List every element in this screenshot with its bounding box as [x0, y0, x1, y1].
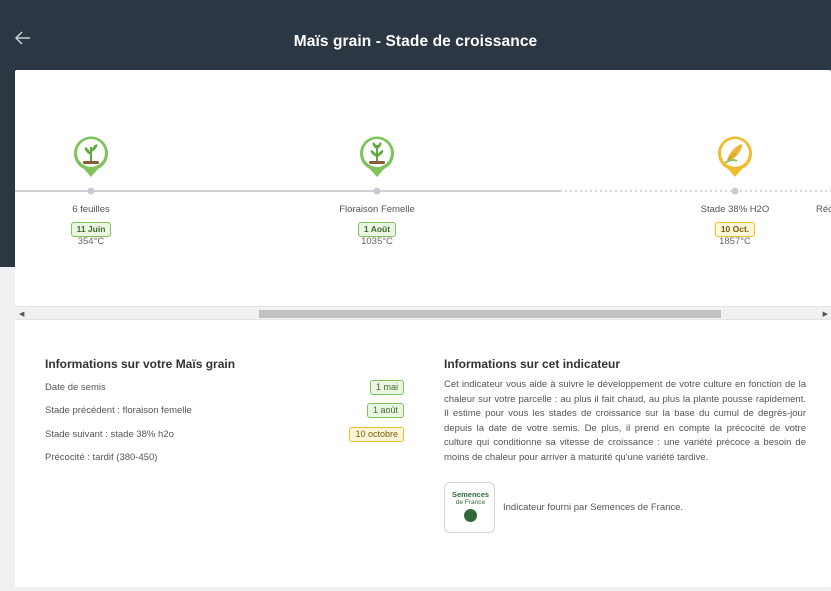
stage-name-partial: Réc: [816, 204, 831, 215]
scroll-right-icon[interactable]: ▶: [823, 310, 828, 318]
timeline-scrollbar[interactable]: ◀ ▶: [15, 306, 831, 320]
content-card: [15, 70, 831, 587]
plant-flowering-icon: [360, 136, 394, 177]
next-stage-badge: 10 octobre: [349, 427, 404, 442]
stage-name: Stade 38% H2O: [700, 204, 770, 215]
provider-text: Indicateur fourni par Semences de France…: [503, 502, 684, 513]
previous-stage-label: Stade précédent : floraison femelle: [45, 405, 192, 416]
logo-emblem-icon: [464, 509, 477, 522]
indicator-info-title: Informations sur cet indicateur: [444, 357, 621, 371]
scroll-left-icon[interactable]: ◀: [19, 310, 24, 318]
page-title: Maïs grain - Stade de croissance: [293, 33, 538, 50]
corn-cob-icon: [718, 136, 752, 177]
stage-temperature: 354°C: [77, 236, 105, 247]
semences-de-france-logo: Semences de France: [444, 482, 495, 533]
plant-seedling-icon: [74, 136, 108, 177]
stage-temperature: 1857°C: [719, 236, 751, 247]
stage-name: Floraison Femelle: [339, 204, 415, 215]
previous-stage-badge: 1 août: [366, 403, 404, 418]
app-header: Maïs grain - Stade de croissance: [0, 0, 831, 72]
logo-text: Semences: [451, 490, 490, 499]
sowing-date-label: Date de semis: [45, 382, 106, 393]
scrollbar-thumb[interactable]: [259, 310, 721, 318]
stage-date-badge: 11 Juin: [70, 222, 112, 237]
sowing-date-badge: 1 mai: [369, 380, 404, 395]
timeline-track: [15, 187, 831, 195]
precocity-label: Précocité : tardif (380-450): [45, 452, 158, 463]
indicator-description: Cet indicateur vous aide à suivre le dév…: [444, 379, 806, 463]
stage-date-badge: 10 Oct.: [714, 222, 756, 237]
stage-date-wrap: 10 Oct.: [660, 219, 810, 237]
next-stage-label: Stade suivant : stade 38% h2o: [45, 429, 174, 440]
stage-name: 6 feuilles: [72, 204, 110, 215]
crop-info-title: Informations sur votre Maïs grain: [45, 357, 236, 371]
logo-subtext: de France: [455, 499, 486, 506]
stage-date-wrap: 11 Juin: [16, 219, 166, 237]
stage-date-wrap: 1 Août: [302, 219, 452, 237]
stage-temperature: 1035°C: [361, 236, 393, 247]
stage-date-badge: 1 Août: [357, 222, 397, 237]
